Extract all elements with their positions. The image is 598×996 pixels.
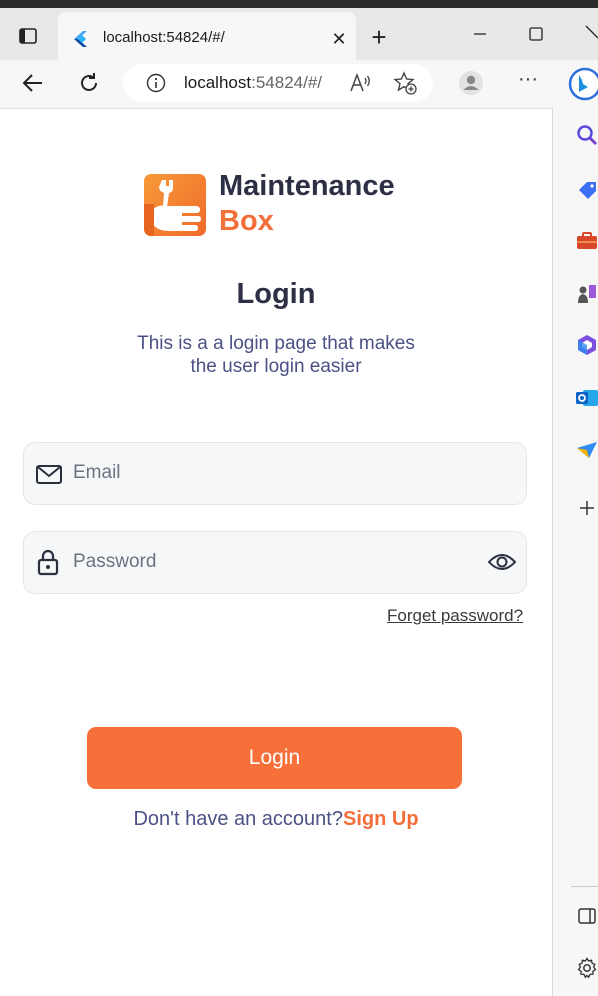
password-field[interactable]: Password: [23, 531, 527, 594]
page-subtitle: This is a a login page that makes the us…: [137, 333, 415, 377]
tools-briefcase-icon[interactable]: [575, 229, 598, 253]
url-path: :54824/#/: [251, 73, 323, 92]
outlook-icon[interactable]: [575, 386, 598, 410]
sidebar-settings-gear-icon[interactable]: [575, 956, 598, 980]
add-favorite-icon[interactable]: [393, 71, 417, 95]
shopping-tag-icon[interactable]: [575, 178, 598, 202]
mail-icon: [35, 460, 63, 488]
hide-sidebar-icon[interactable]: [575, 904, 598, 928]
site-info-icon[interactable]: [146, 73, 166, 93]
read-aloud-icon[interactable]: [349, 72, 371, 94]
show-password-eye-icon[interactable]: [487, 548, 517, 576]
forget-password-link[interactable]: Forget password?: [387, 606, 523, 626]
tab-actions-button[interactable]: [14, 22, 42, 50]
new-tab-button[interactable]: +: [366, 24, 392, 50]
lock-icon: [34, 548, 62, 576]
tab-actions-icon: [19, 28, 37, 44]
profile-avatar-icon[interactable]: [458, 70, 484, 96]
password-placeholder: Password: [73, 551, 157, 572]
flutter-favicon-icon: [74, 31, 88, 52]
add-sidebar-app-icon[interactable]: [575, 496, 598, 520]
more-options-icon[interactable]: ···: [516, 69, 540, 92]
url-host: localhost: [184, 73, 252, 92]
hand-wrench-icon: [144, 180, 201, 236]
login-button[interactable]: Login: [87, 727, 462, 789]
brand-name-line2: Box: [219, 205, 274, 237]
tab-close-icon[interactable]: ✕: [330, 29, 348, 50]
minimize-icon[interactable]: [470, 24, 490, 44]
drop-send-icon[interactable]: [575, 438, 598, 462]
maintenance-box-logo: [144, 174, 206, 236]
url-text[interactable]: localhost:54824/#/: [184, 73, 322, 93]
microsoft-365-icon[interactable]: [575, 333, 598, 357]
bing-copilot-icon[interactable]: [568, 66, 598, 102]
back-arrow-icon[interactable]: [20, 70, 46, 96]
page-title: Login: [236, 278, 316, 310]
window-close-icon[interactable]: [580, 22, 598, 44]
email-field[interactable]: Email: [23, 442, 527, 505]
email-placeholder: Email: [73, 462, 121, 483]
window-top-edge: [0, 0, 598, 8]
brand-name-line1: Maintenance: [219, 170, 395, 202]
no-account-text: Don't have an account?: [133, 808, 343, 830]
sidebar-divider: [571, 886, 598, 887]
maximize-icon[interactable]: [526, 24, 546, 44]
tab-title: localhost:54824/#/: [103, 29, 225, 46]
search-icon[interactable]: [575, 123, 598, 147]
games-chess-icon[interactable]: [575, 282, 598, 306]
sign-up-link[interactable]: Sign Up: [343, 808, 419, 830]
signup-row: Don't have an account?Sign Up: [0, 808, 552, 831]
reload-icon[interactable]: [76, 70, 102, 96]
